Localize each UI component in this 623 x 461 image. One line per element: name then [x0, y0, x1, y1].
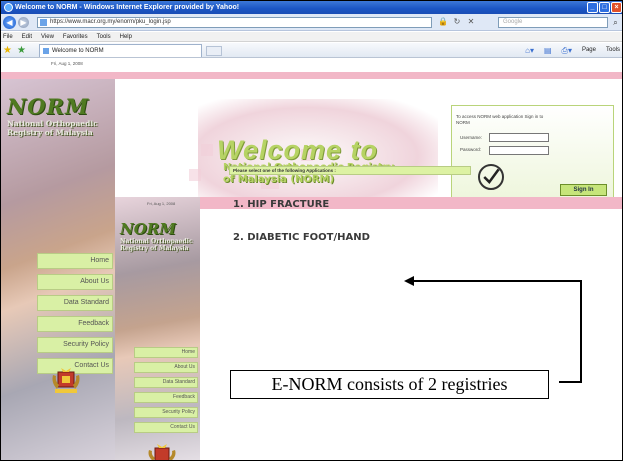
tools-menu[interactable]: Tools	[606, 45, 620, 56]
logo-subtitle-line1: National Orthopaedic	[7, 119, 98, 128]
logo-title: NORM	[7, 94, 90, 119]
search-icon[interactable]: ⌕	[610, 17, 621, 28]
new-tab-button[interactable]	[206, 46, 222, 56]
address-bar[interactable]: https://www.macr.org.my/enorm/pku_login.…	[37, 17, 432, 28]
applications-content	[200, 209, 622, 460]
print-icon[interactable]: ⎙▾	[562, 45, 572, 56]
welcome-line2: of Malaysia (NORM)	[223, 174, 335, 185]
coat-of-arms-icon	[52, 368, 80, 393]
menu-view[interactable]: View	[41, 32, 54, 41]
menu-tools[interactable]: Tools	[97, 32, 111, 41]
inner-nav-contact-us[interactable]: Contact Us	[134, 422, 198, 433]
tab-title: Welcome to NORM	[52, 48, 104, 54]
sign-in-button[interactable]: Sign In	[560, 184, 607, 196]
username-field[interactable]	[489, 133, 549, 142]
inner-nav-security-policy[interactable]: Security Policy	[134, 407, 198, 418]
address-row: ◀ ▶ https://www.macr.org.my/enorm/pku_lo…	[1, 14, 622, 31]
search-placeholder: Google	[503, 19, 523, 25]
address-url: https://www.macr.org.my/enorm/pku_login.…	[50, 19, 171, 25]
login-note: To access NORM web application Sign in t…	[456, 114, 544, 125]
search-input[interactable]: Google	[498, 17, 608, 28]
maximize-icon[interactable]: □	[599, 2, 610, 13]
inner-date-label: Fri, Aug 1, 2008	[147, 201, 176, 206]
refresh-icon[interactable]: ↻	[452, 17, 462, 27]
favorites-star-icon[interactable]: ★	[3, 45, 12, 56]
back-button[interactable]: ◀	[3, 16, 16, 29]
nav-security-policy[interactable]: Security Policy	[37, 337, 113, 353]
username-label: Username:	[460, 135, 483, 140]
app-link-diabetic-foot-hand[interactable]: 2. DIABETIC FOOT/HAND	[233, 232, 370, 243]
decor-block	[201, 144, 213, 156]
menu-edit[interactable]: Edit	[22, 32, 32, 41]
inner-norm-logo: NORM National Orthopaedic Registry of Ma…	[120, 220, 198, 252]
inner-logo-subtitle-line1: National Orthopaedic	[120, 238, 193, 245]
forward-button[interactable]: ▶	[18, 17, 29, 28]
page-icon	[40, 19, 47, 26]
inner-sidebar-nav: Home About Us Data Standard Feedback Sec…	[134, 347, 198, 433]
nav-data-standard[interactable]: Data Standard	[37, 295, 113, 311]
inner-coat-of-arms-icon	[148, 444, 176, 460]
nav-about-us[interactable]: About Us	[37, 274, 113, 290]
window-title: Welcome to NORM - Windows Internet Explo…	[15, 4, 240, 11]
nav-home[interactable]: Home	[37, 253, 113, 269]
tab-welcome[interactable]: Welcome to NORM	[39, 44, 202, 57]
nav-feedback[interactable]: Feedback	[37, 316, 113, 332]
checkmark-icon	[478, 164, 504, 190]
close-icon[interactable]: ×	[611, 2, 622, 13]
date-label: Fri, Aug 1, 2008	[51, 61, 83, 66]
screenshot-frame: Welcome to NORM - Windows Internet Explo…	[0, 0, 623, 461]
inner-nav-home[interactable]: Home	[134, 347, 198, 358]
login-panel: To access NORM web application Sign in t…	[451, 105, 614, 200]
top-band	[1, 72, 622, 79]
feeds-icon[interactable]: ▤	[544, 45, 552, 56]
page-viewport: Fri, Aug 1, 2008 NORM National Orthopaed…	[1, 59, 622, 460]
inner-logo-subtitle-line2: Registry of Malaysia	[120, 245, 189, 252]
address-actions: 🔒 ↻ ✕	[438, 17, 476, 27]
select-prompt-bar: Please select one of the following Appli…	[229, 166, 471, 175]
menu-file[interactable]: File	[3, 32, 13, 41]
inner-nav-about-us[interactable]: About Us	[134, 362, 198, 373]
menu-favorites[interactable]: Favorites	[63, 32, 88, 41]
window-controls: _ □ ×	[587, 2, 622, 13]
logo-subtitle-line2: Registry of Malaysia	[7, 128, 93, 137]
inner-nav-feedback[interactable]: Feedback	[134, 392, 198, 403]
stop-icon[interactable]: ✕	[466, 17, 476, 27]
callout-box: E-NORM consists of 2 registries	[230, 370, 549, 399]
inner-logo-title: NORM	[120, 220, 176, 238]
tab-page-icon	[43, 48, 49, 54]
favorites-bar: ★ ★ Welcome to NORM ⌂▾ ▤ ⎙▾ Page Tools	[1, 43, 622, 58]
home-icon[interactable]: ⌂▾	[525, 45, 534, 56]
password-field[interactable]	[489, 146, 549, 155]
add-favorite-icon[interactable]: ★	[17, 45, 26, 56]
app-link-hip-fracture[interactable]: 1. HIP FRACTURE	[233, 199, 329, 210]
minimize-icon[interactable]: _	[587, 2, 598, 13]
window-titlebar: Welcome to NORM - Windows Internet Explo…	[1, 1, 622, 14]
command-bar: ⌂▾ ▤ ⎙▾ Page Tools	[525, 45, 620, 56]
lock-icon[interactable]: 🔒	[438, 17, 448, 27]
sidebar-nav: Home About Us Data Standard Feedback Sec…	[37, 253, 113, 374]
page-menu[interactable]: Page	[582, 45, 596, 56]
norm-logo: NORM National Orthopaedic Registry of Ma…	[7, 94, 107, 137]
ie-icon	[4, 3, 13, 12]
menu-bar: File Edit View Favorites Tools Help	[1, 32, 622, 42]
inner-nav-data-standard[interactable]: Data Standard	[134, 377, 198, 388]
password-label: Password:	[460, 147, 482, 152]
menu-help[interactable]: Help	[120, 32, 132, 41]
decor-block	[189, 169, 201, 181]
